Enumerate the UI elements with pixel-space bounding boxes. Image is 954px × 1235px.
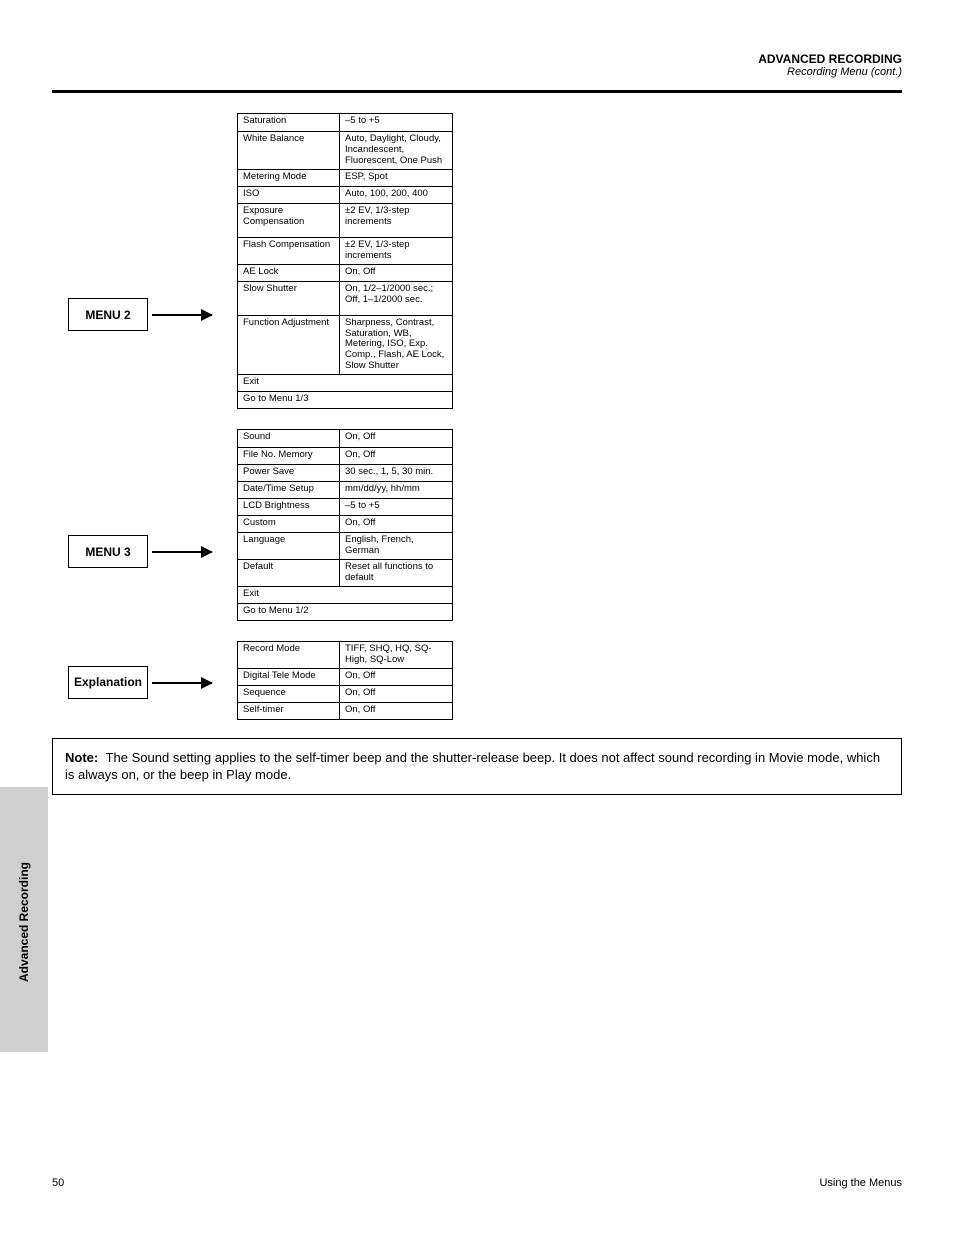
side-tab-label: Advanced Recording xyxy=(17,862,31,982)
cell-full: Exit xyxy=(238,375,452,391)
table-row: AE LockOn, Off xyxy=(238,264,452,281)
cell-label: Default xyxy=(238,560,340,586)
section-menu-3: MENU 3 SoundOn, OffFile No. MemoryOn, Of… xyxy=(52,429,902,621)
cell-full: Go to Menu 1/2 xyxy=(238,604,452,620)
cell-label: Exposure Compensation xyxy=(238,204,340,237)
cell-value: Auto, 100, 200, 400 xyxy=(340,187,452,203)
cell-label: White Balance xyxy=(238,132,340,169)
cell-value: ±2 EV, 1/3-step increments xyxy=(340,238,452,264)
cell-value: On, Off xyxy=(340,516,452,532)
cell-value: –5 to +5 xyxy=(340,499,452,515)
note-text: The Sound setting applies to the self-ti… xyxy=(65,750,880,783)
cell-label: File No. Memory xyxy=(238,448,340,464)
cell-label: Flash Compensation xyxy=(238,238,340,264)
arrow-icon xyxy=(152,551,212,553)
cell-value: ±2 EV, 1/3-step increments xyxy=(340,204,452,237)
cell-value: English, French, German xyxy=(340,533,452,559)
cell-label: Date/Time Setup xyxy=(238,482,340,498)
cell-label: Record Mode xyxy=(238,642,340,668)
explanation-table: Record ModeTIFF, SHQ, HQ, SQ-High, SQ-Lo… xyxy=(237,641,453,720)
cell-full: Go to Menu 1/3 xyxy=(238,392,452,408)
cell-label: Sequence xyxy=(238,686,340,702)
page-number: 50 xyxy=(52,1177,64,1189)
cell-label: Sound xyxy=(238,430,340,447)
menu-2-table: Saturation–5 to +5White BalanceAuto, Day… xyxy=(237,113,453,409)
header-line-2: Recording Menu (cont.) xyxy=(52,66,902,78)
table-row: Go to Menu 1/3 xyxy=(238,391,452,408)
cell-value: On, Off xyxy=(340,669,452,685)
cell-value: On, Off xyxy=(340,448,452,464)
page-content: ADVANCED RECORDING Recording Menu (cont.… xyxy=(0,0,954,795)
table-row: Exit xyxy=(238,586,452,603)
side-tab: Advanced Recording xyxy=(0,787,48,1052)
table-row: Power Save30 sec., 1, 5, 30 min. xyxy=(238,464,452,481)
cell-label: LCD Brightness xyxy=(238,499,340,515)
menu-label-box: MENU 2 xyxy=(68,298,148,331)
cell-label: Function Adjustment xyxy=(238,316,340,375)
table-row: Saturation–5 to +5 xyxy=(238,114,452,131)
page-footer: 50 Using the Menus xyxy=(52,1177,902,1189)
table-row: DefaultReset all functions to default xyxy=(238,559,452,586)
menu-label-box: MENU 3 xyxy=(68,535,148,568)
table-row: ISOAuto, 100, 200, 400 xyxy=(238,186,452,203)
footer-text: Using the Menus xyxy=(819,1177,902,1189)
table-row: CustomOn, Off xyxy=(238,515,452,532)
section-explanation: Explanation Record ModeTIFF, SHQ, HQ, SQ… xyxy=(52,641,902,720)
cell-value: On, Off xyxy=(340,265,452,281)
cell-label: AE Lock xyxy=(238,265,340,281)
cell-value: –5 to +5 xyxy=(340,114,452,131)
cell-value: TIFF, SHQ, HQ, SQ-High, SQ-Low xyxy=(340,642,452,668)
cell-label: Saturation xyxy=(238,114,340,131)
cell-full: Exit xyxy=(238,587,452,603)
table-row: Record ModeTIFF, SHQ, HQ, SQ-High, SQ-Lo… xyxy=(238,642,452,668)
table-row: Exposure Compensation±2 EV, 1/3-step inc… xyxy=(238,203,452,237)
table-row: Metering ModeESP, Spot xyxy=(238,169,452,186)
table-row: Exit xyxy=(238,374,452,391)
cell-value: On, Off xyxy=(340,703,452,719)
table-row: Go to Menu 1/2 xyxy=(238,603,452,620)
page-header: ADVANCED RECORDING Recording Menu (cont.… xyxy=(52,52,902,78)
header-line-1: ADVANCED RECORDING xyxy=(52,52,902,66)
explanation-label-box: Explanation xyxy=(68,666,148,699)
cell-value: Sharpness, Contrast, Saturation, WB, Met… xyxy=(340,316,452,375)
table-row: Digital Tele ModeOn, Off xyxy=(238,668,452,685)
arrow-icon xyxy=(152,682,212,684)
cell-label: ISO xyxy=(238,187,340,203)
cell-label: Metering Mode xyxy=(238,170,340,186)
table-row: Date/Time Setupmm/dd/yy, hh/mm xyxy=(238,481,452,498)
menu-3-table: SoundOn, OffFile No. MemoryOn, OffPower … xyxy=(237,429,453,621)
cell-label: Power Save xyxy=(238,465,340,481)
table-row: File No. MemoryOn, Off xyxy=(238,447,452,464)
cell-value: On, Off xyxy=(340,430,452,447)
cell-value: On, 1/2–1/2000 sec.; Off, 1–1/2000 sec. xyxy=(340,282,452,315)
header-rule xyxy=(52,90,902,93)
cell-value: Reset all functions to default xyxy=(340,560,452,586)
arrow-icon xyxy=(152,314,212,316)
table-row: Slow ShutterOn, 1/2–1/2000 sec.; Off, 1–… xyxy=(238,281,452,315)
table-row: LanguageEnglish, French, German xyxy=(238,532,452,559)
note-box: Note: The Sound setting applies to the s… xyxy=(52,738,902,795)
cell-label: Custom xyxy=(238,516,340,532)
cell-value: Auto, Daylight, Cloudy, Incandescent, Fl… xyxy=(340,132,452,169)
table-row: Function AdjustmentSharpness, Contrast, … xyxy=(238,315,452,375)
cell-label: Digital Tele Mode xyxy=(238,669,340,685)
table-row: White BalanceAuto, Daylight, Cloudy, Inc… xyxy=(238,131,452,169)
cell-label: Self-timer xyxy=(238,703,340,719)
table-row: LCD Brightness–5 to +5 xyxy=(238,498,452,515)
cell-value: 30 sec., 1, 5, 30 min. xyxy=(340,465,452,481)
cell-value: mm/dd/yy, hh/mm xyxy=(340,482,452,498)
table-row: Self-timerOn, Off xyxy=(238,702,452,719)
table-row: SequenceOn, Off xyxy=(238,685,452,702)
cell-label: Language xyxy=(238,533,340,559)
note-label: Note: xyxy=(65,750,98,765)
cell-value: On, Off xyxy=(340,686,452,702)
section-menu-2: MENU 2 Saturation–5 to +5White BalanceAu… xyxy=(52,113,902,409)
table-row: SoundOn, Off xyxy=(238,430,452,447)
table-row: Flash Compensation±2 EV, 1/3-step increm… xyxy=(238,237,452,264)
cell-label: Slow Shutter xyxy=(238,282,340,315)
cell-value: ESP, Spot xyxy=(340,170,452,186)
